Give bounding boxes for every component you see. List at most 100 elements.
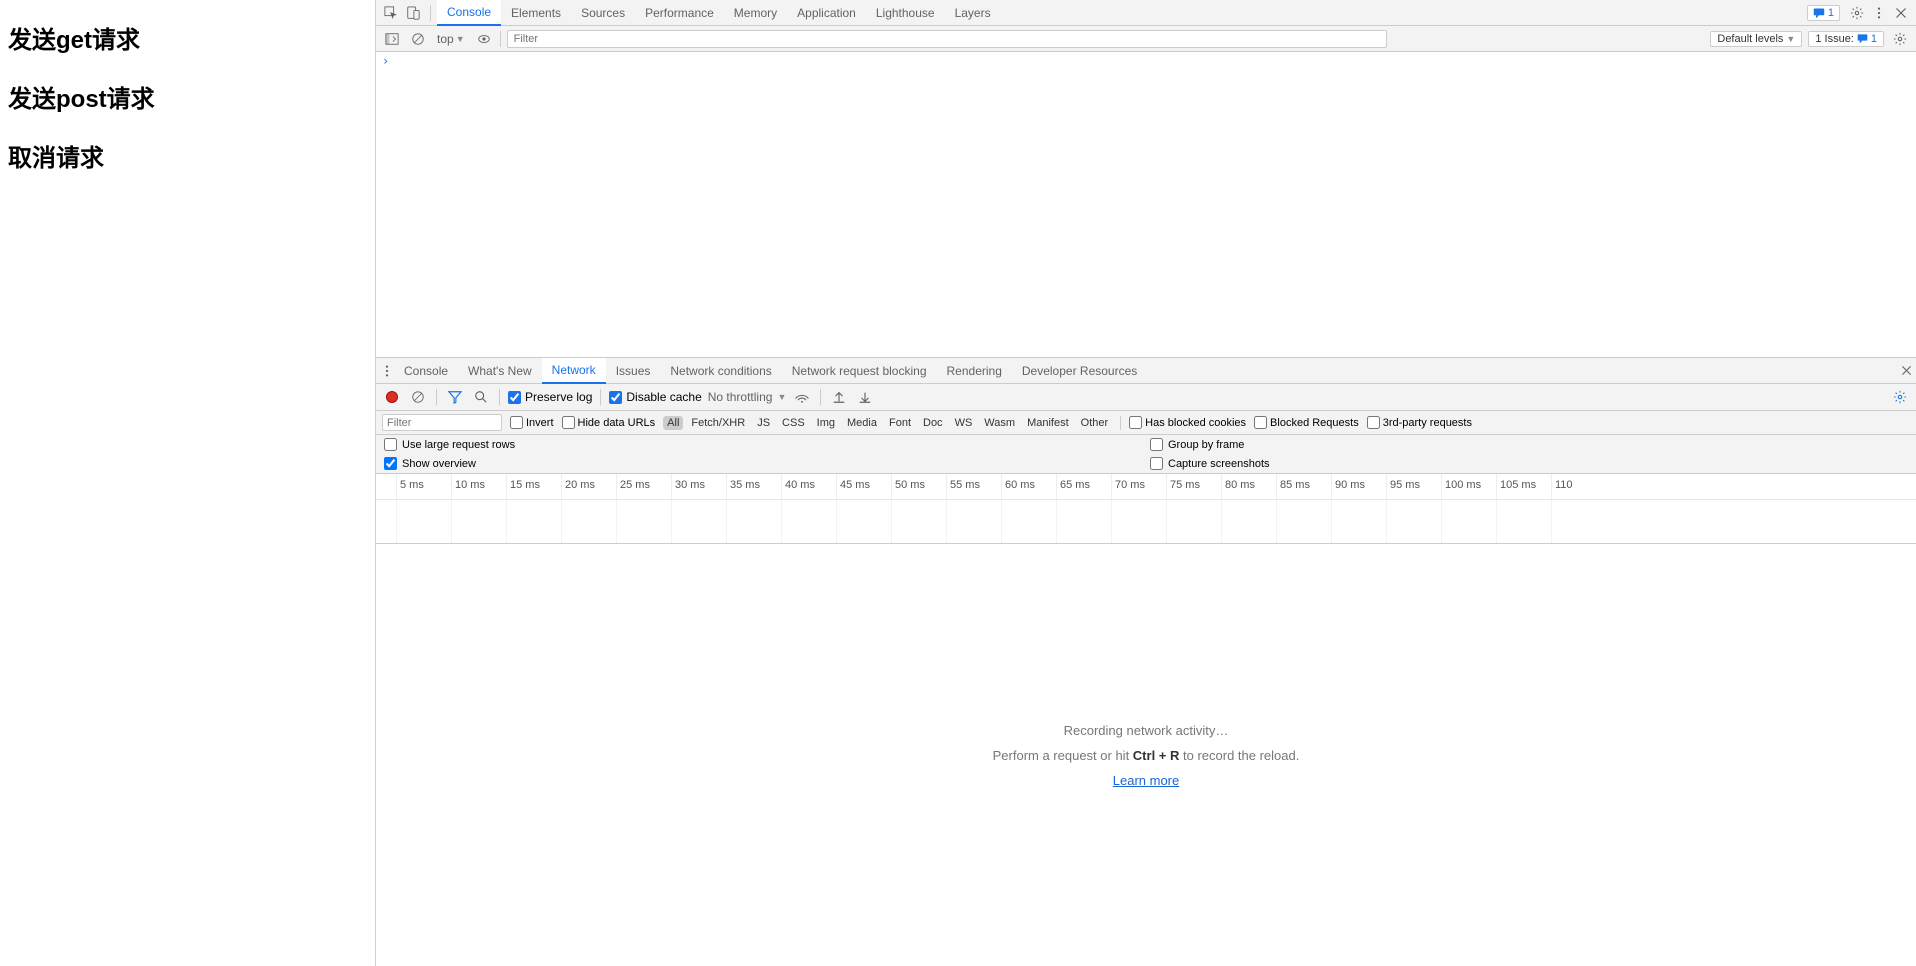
import-har-icon[interactable] <box>829 387 849 407</box>
console-output[interactable]: › <box>376 52 1916 357</box>
device-toolbar-icon[interactable] <box>402 2 424 24</box>
console-filter-input[interactable] <box>507 30 1387 48</box>
export-har-icon[interactable] <box>855 387 875 407</box>
drawer-tab-console[interactable]: Console <box>394 358 458 384</box>
type-filter-ws[interactable]: WS <box>951 416 977 430</box>
tab-elements[interactable]: Elements <box>501 0 571 26</box>
tab-memory[interactable]: Memory <box>724 0 787 26</box>
throttling-selector[interactable]: No throttling ▼ <box>708 390 787 404</box>
capture-screenshots-option[interactable]: Capture screenshots <box>1146 454 1916 473</box>
timeline-gridline <box>836 500 837 543</box>
separator <box>430 5 431 21</box>
type-filter-fetch-xhr[interactable]: Fetch/XHR <box>687 416 749 430</box>
record-icon <box>386 391 398 403</box>
timeline-gridline <box>561 500 562 543</box>
timeline-gridline <box>1496 500 1497 543</box>
large-rows-option[interactable]: Use large request rows <box>376 435 1146 454</box>
preserve-log-checkbox[interactable]: Preserve log <box>508 390 592 404</box>
tab-console[interactable]: Console <box>437 0 501 26</box>
disable-cache-input[interactable] <box>609 391 622 404</box>
timeline-gridline <box>1551 500 1552 543</box>
drawer-more-icon[interactable] <box>380 364 394 378</box>
separator <box>600 389 601 405</box>
disable-cache-label: Disable cache <box>626 390 701 404</box>
levels-label: Default levels <box>1717 33 1783 45</box>
timeline-gridline <box>1166 500 1167 543</box>
network-timeline-overview[interactable] <box>376 500 1916 544</box>
issues-badge[interactable]: 1 <box>1807 5 1840 21</box>
inspect-element-icon[interactable] <box>380 2 402 24</box>
hide-data-urls-checkbox[interactable]: Hide data URLs <box>562 416 656 429</box>
group-by-frame-option[interactable]: Group by frame <box>1146 435 1916 454</box>
timeline-gridline <box>1056 500 1057 543</box>
type-filter-other[interactable]: Other <box>1077 416 1113 430</box>
drawer-tabs-container: ConsoleWhat's NewNetworkIssuesNetwork co… <box>394 358 1147 384</box>
preserve-log-input[interactable] <box>508 391 521 404</box>
blocked-requests-checkbox[interactable]: Blocked Requests <box>1254 416 1359 429</box>
separator <box>1120 416 1121 430</box>
timeline-gridline <box>616 500 617 543</box>
dropdown-icon: ▼ <box>1786 34 1795 44</box>
type-filter-media[interactable]: Media <box>843 416 881 430</box>
console-issues-button[interactable]: 1 Issue: 1 <box>1808 31 1884 47</box>
timeline-gridline <box>1221 500 1222 543</box>
toggle-sidebar-icon[interactable] <box>382 29 402 49</box>
settings-icon[interactable] <box>1846 2 1868 24</box>
type-filter-all[interactable]: All <box>663 416 683 430</box>
tab-layers[interactable]: Layers <box>945 0 1001 26</box>
tab-sources[interactable]: Sources <box>571 0 635 26</box>
disable-cache-checkbox[interactable]: Disable cache <box>609 390 701 404</box>
record-button[interactable] <box>382 387 402 407</box>
drawer-tab-developer-resources[interactable]: Developer Resources <box>1012 358 1147 384</box>
type-filter-css[interactable]: CSS <box>778 416 809 430</box>
drawer-tab-issues[interactable]: Issues <box>606 358 661 384</box>
tab-performance[interactable]: Performance <box>635 0 724 26</box>
timeline-gridline <box>891 500 892 543</box>
resource-type-filter: All Fetch/XHR JS CSS Img Media Font Doc WSWasm Ma… <box>663 416 1112 430</box>
drawer-tab-what-s-new[interactable]: What's New <box>458 358 542 384</box>
drawer-tab-network-request-blocking[interactable]: Network request blocking <box>782 358 937 384</box>
filter-icon[interactable] <box>445 387 465 407</box>
network-timeline-ruler[interactable]: 5 ms10 ms15 ms20 ms25 ms30 ms35 ms40 ms4… <box>376 474 1916 500</box>
close-devtools-icon[interactable] <box>1890 2 1912 24</box>
show-overview-option[interactable]: Show overview <box>376 454 1146 473</box>
network-filter-input[interactable] <box>382 414 502 431</box>
type-filter-font[interactable]: Font <box>885 416 915 430</box>
type-filter-wasm[interactable]: Wasm <box>980 416 1019 430</box>
more-menu-icon[interactable] <box>1868 2 1890 24</box>
clear-network-icon[interactable] <box>408 387 428 407</box>
recording-message: Recording network activity… <box>1064 723 1229 738</box>
drawer-tab-network[interactable]: Network <box>542 358 606 384</box>
network-settings-icon[interactable] <box>1890 387 1910 407</box>
log-levels-selector[interactable]: Default levels ▼ <box>1710 31 1802 47</box>
type-filter-img[interactable]: Img <box>813 416 839 430</box>
timeline-tick: 5 ms <box>396 474 424 499</box>
separator <box>436 389 437 405</box>
network-conditions-icon[interactable] <box>792 387 812 407</box>
search-icon[interactable] <box>471 387 491 407</box>
console-settings-icon[interactable] <box>1890 29 1910 49</box>
timeline-tick: 110 <box>1551 474 1573 499</box>
type-filter-doc[interactable]: Doc <box>919 416 947 430</box>
network-toolbar: Preserve log Disable cache No throttling… <box>376 384 1916 411</box>
timeline-gridline <box>1111 500 1112 543</box>
timeline-tick: 10 ms <box>451 474 485 499</box>
separator <box>820 389 821 405</box>
tab-lighthouse[interactable]: Lighthouse <box>866 0 945 26</box>
learn-more-link[interactable]: Learn more <box>1113 773 1179 788</box>
invert-checkbox[interactable]: Invert <box>510 416 554 429</box>
timeline-tick: 100 ms <box>1441 474 1481 499</box>
third-party-checkbox[interactable]: 3rd-party requests <box>1367 416 1472 429</box>
drawer-tab-rendering[interactable]: Rendering <box>937 358 1012 384</box>
close-drawer-icon[interactable] <box>1901 365 1912 376</box>
clear-console-icon[interactable] <box>408 29 428 49</box>
live-expression-icon[interactable] <box>474 29 494 49</box>
type-filter-js[interactable]: JS <box>753 416 774 430</box>
tab-application[interactable]: Application <box>787 0 866 26</box>
separator <box>499 389 500 405</box>
type-filter-manifest[interactable]: Manifest <box>1023 416 1073 430</box>
blocked-cookies-checkbox[interactable]: Has blocked cookies <box>1129 416 1246 429</box>
timeline-tick: 25 ms <box>616 474 650 499</box>
execution-context-selector[interactable]: top ▼ <box>434 32 468 46</box>
drawer-tab-network-conditions[interactable]: Network conditions <box>660 358 781 384</box>
